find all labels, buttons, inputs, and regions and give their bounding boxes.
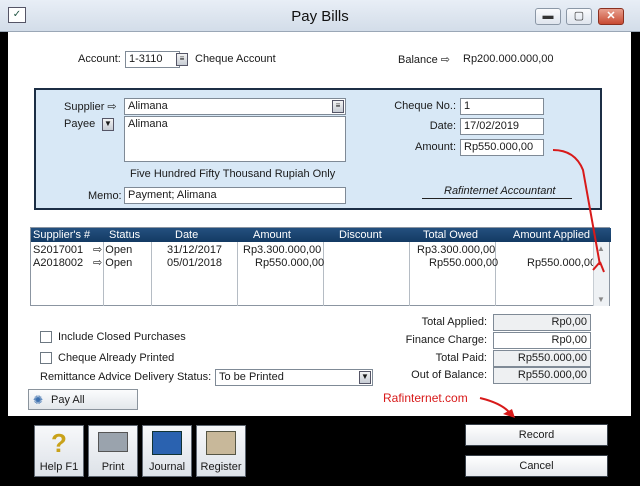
annotation-arrowhead-2 <box>503 409 515 418</box>
register-button[interactable]: Register <box>196 425 246 477</box>
journal-label: Journal <box>148 461 186 473</box>
journal-button[interactable]: Journal <box>142 425 192 477</box>
register-label: Register <box>200 461 242 473</box>
print-button[interactable]: Print <box>88 425 138 477</box>
annotation-arrowhead-1 <box>592 261 605 273</box>
help-icon: ? <box>51 428 67 458</box>
annotation-arrow-1 <box>552 149 601 266</box>
print-label: Print <box>101 461 125 473</box>
help-label: Help F1 <box>39 461 79 473</box>
annotation-arrows <box>479 149 605 418</box>
record-button[interactable]: Record <box>465 424 608 446</box>
register-icon <box>206 431 236 455</box>
printer-icon <box>98 432 128 452</box>
cancel-button[interactable]: Cancel <box>465 455 608 477</box>
journal-icon <box>152 431 182 455</box>
help-button[interactable]: ? Help F1 <box>34 425 84 477</box>
